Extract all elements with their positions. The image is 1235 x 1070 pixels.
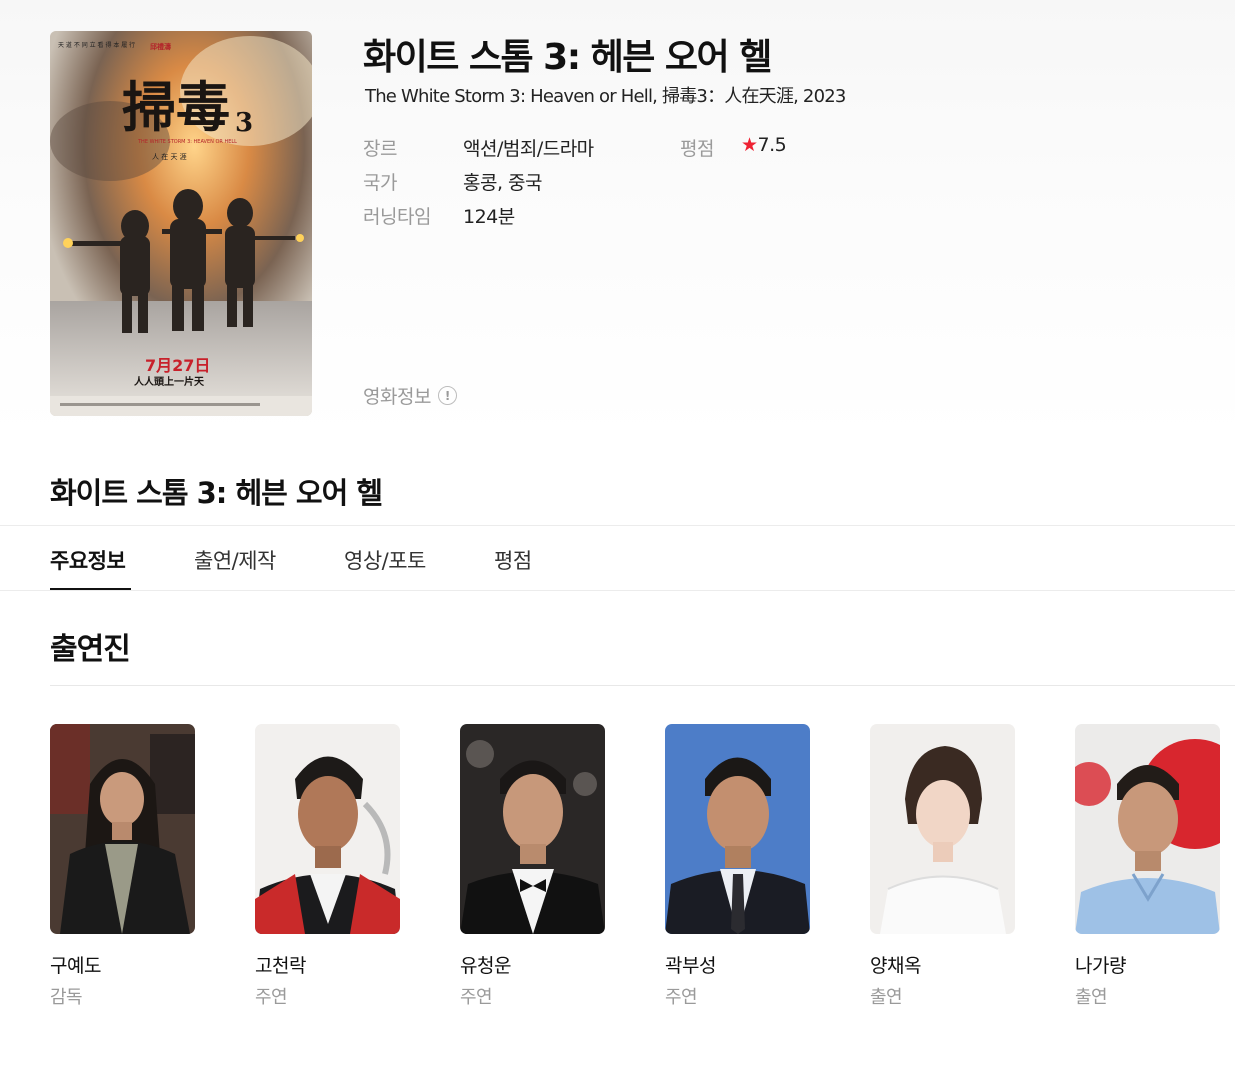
info-icon[interactable]: ! xyxy=(437,386,457,405)
movie-hero: 天 道 不 同 立 看 得 本 履 行 邱禮濤 掃毒 3 THE WHITE S… xyxy=(0,0,1235,440)
poster-slogan: 人人頭上一片天 xyxy=(134,375,205,388)
movie-poster[interactable]: 天 道 不 同 立 看 得 本 履 行 邱禮濤 掃毒 3 THE WHITE S… xyxy=(50,31,312,416)
movie-info-link[interactable]: 영화정보 ! xyxy=(363,382,457,409)
poster-tagline: 人 在 天 涯 xyxy=(152,152,187,161)
movie-subtitle: The White Storm 3: Heaven or Hell, 掃毒3：人… xyxy=(365,86,846,107)
star-icon: ★ xyxy=(741,134,758,156)
cast-card[interactable]: 곽부성 주연 xyxy=(665,724,810,1009)
cast-photo[interactable] xyxy=(1075,724,1220,934)
genre-label: 장르 xyxy=(363,138,397,160)
cast-photo[interactable] xyxy=(870,724,1015,934)
divider xyxy=(0,525,1235,526)
cast-card[interactable]: 나가량 출연 xyxy=(1075,724,1220,1009)
runtime-label: 러닝타임 xyxy=(363,206,431,228)
person-photo xyxy=(50,724,195,934)
cast-role: 주연 xyxy=(460,987,493,1008)
svg-text:邱禮濤: 邱禮濤 xyxy=(150,42,171,51)
cast-name: 양채옥 xyxy=(870,955,921,977)
cast-name: 구예도 xyxy=(50,955,101,977)
cast-name: 유청운 xyxy=(460,955,511,977)
person-photo xyxy=(1075,724,1220,934)
cast-card[interactable]: 구예도 감독 xyxy=(50,724,195,1009)
cast-role: 출연 xyxy=(870,987,903,1008)
person-photo xyxy=(665,724,810,934)
tab-main-info[interactable]: 주요정보 xyxy=(50,545,126,575)
cast-card[interactable]: 유청운 주연 xyxy=(460,724,605,1009)
cast-role: 주연 xyxy=(255,987,288,1008)
movie-info-label: 영화정보 xyxy=(363,386,431,408)
poster-english: THE WHITE STORM 3: HEAVEN OR HELL xyxy=(137,139,237,145)
rating-value: 7.5 xyxy=(757,134,787,156)
page-title: 화이트 스톰 3: 헤븐 오어 헬 xyxy=(50,476,383,510)
cast-role: 출연 xyxy=(1075,987,1108,1008)
cast-card[interactable]: 고천락 주연 xyxy=(255,724,400,1009)
tab-cast-crew[interactable]: 출연/제작 xyxy=(194,545,276,575)
tab-rating[interactable]: 평점 xyxy=(494,545,532,575)
poster-title: 掃毒 xyxy=(122,75,230,139)
cast-card[interactable]: 양채옥 출연 xyxy=(870,724,1015,1009)
cast-role: 주연 xyxy=(665,987,698,1008)
cast-role: 감독 xyxy=(50,987,83,1008)
poster-number: 3 xyxy=(235,108,253,138)
svg-text:天 道 不 同 立 看 得 本 履 行: 天 道 不 同 立 看 得 本 履 行 xyxy=(58,41,135,49)
person-photo xyxy=(255,724,400,934)
cast-photo[interactable] xyxy=(255,724,400,934)
cast-photo[interactable] xyxy=(460,724,605,934)
person-photo xyxy=(460,724,605,934)
cast-name: 나가량 xyxy=(1075,955,1126,977)
poster-artwork: 天 道 不 同 立 看 得 本 履 行 邱禮濤 掃毒 3 THE WHITE S… xyxy=(50,31,312,416)
country-label: 국가 xyxy=(363,172,397,194)
cast-photo[interactable] xyxy=(665,724,810,934)
divider xyxy=(50,685,1235,686)
genre-value: 액션/범죄/드라마 xyxy=(463,138,594,160)
divider xyxy=(0,590,1235,591)
movie-title: 화이트 스톰 3: 헤븐 오어 헬 xyxy=(363,37,772,78)
tab-video-photo[interactable]: 영상/포토 xyxy=(344,545,426,575)
poster-release-date: 7月27日 xyxy=(145,356,210,375)
cast-heading: 출연진 xyxy=(50,632,131,667)
cast-photo[interactable] xyxy=(50,724,195,934)
rating-label: 평점 xyxy=(680,138,714,160)
cast-name: 고천락 xyxy=(255,955,306,977)
cast-name: 곽부성 xyxy=(665,955,716,977)
runtime-value: 124분 xyxy=(463,206,515,228)
rating-value-group: ★7.5 xyxy=(741,134,787,156)
person-photo xyxy=(870,724,1015,934)
country-value: 홍콩, 중국 xyxy=(463,172,543,194)
